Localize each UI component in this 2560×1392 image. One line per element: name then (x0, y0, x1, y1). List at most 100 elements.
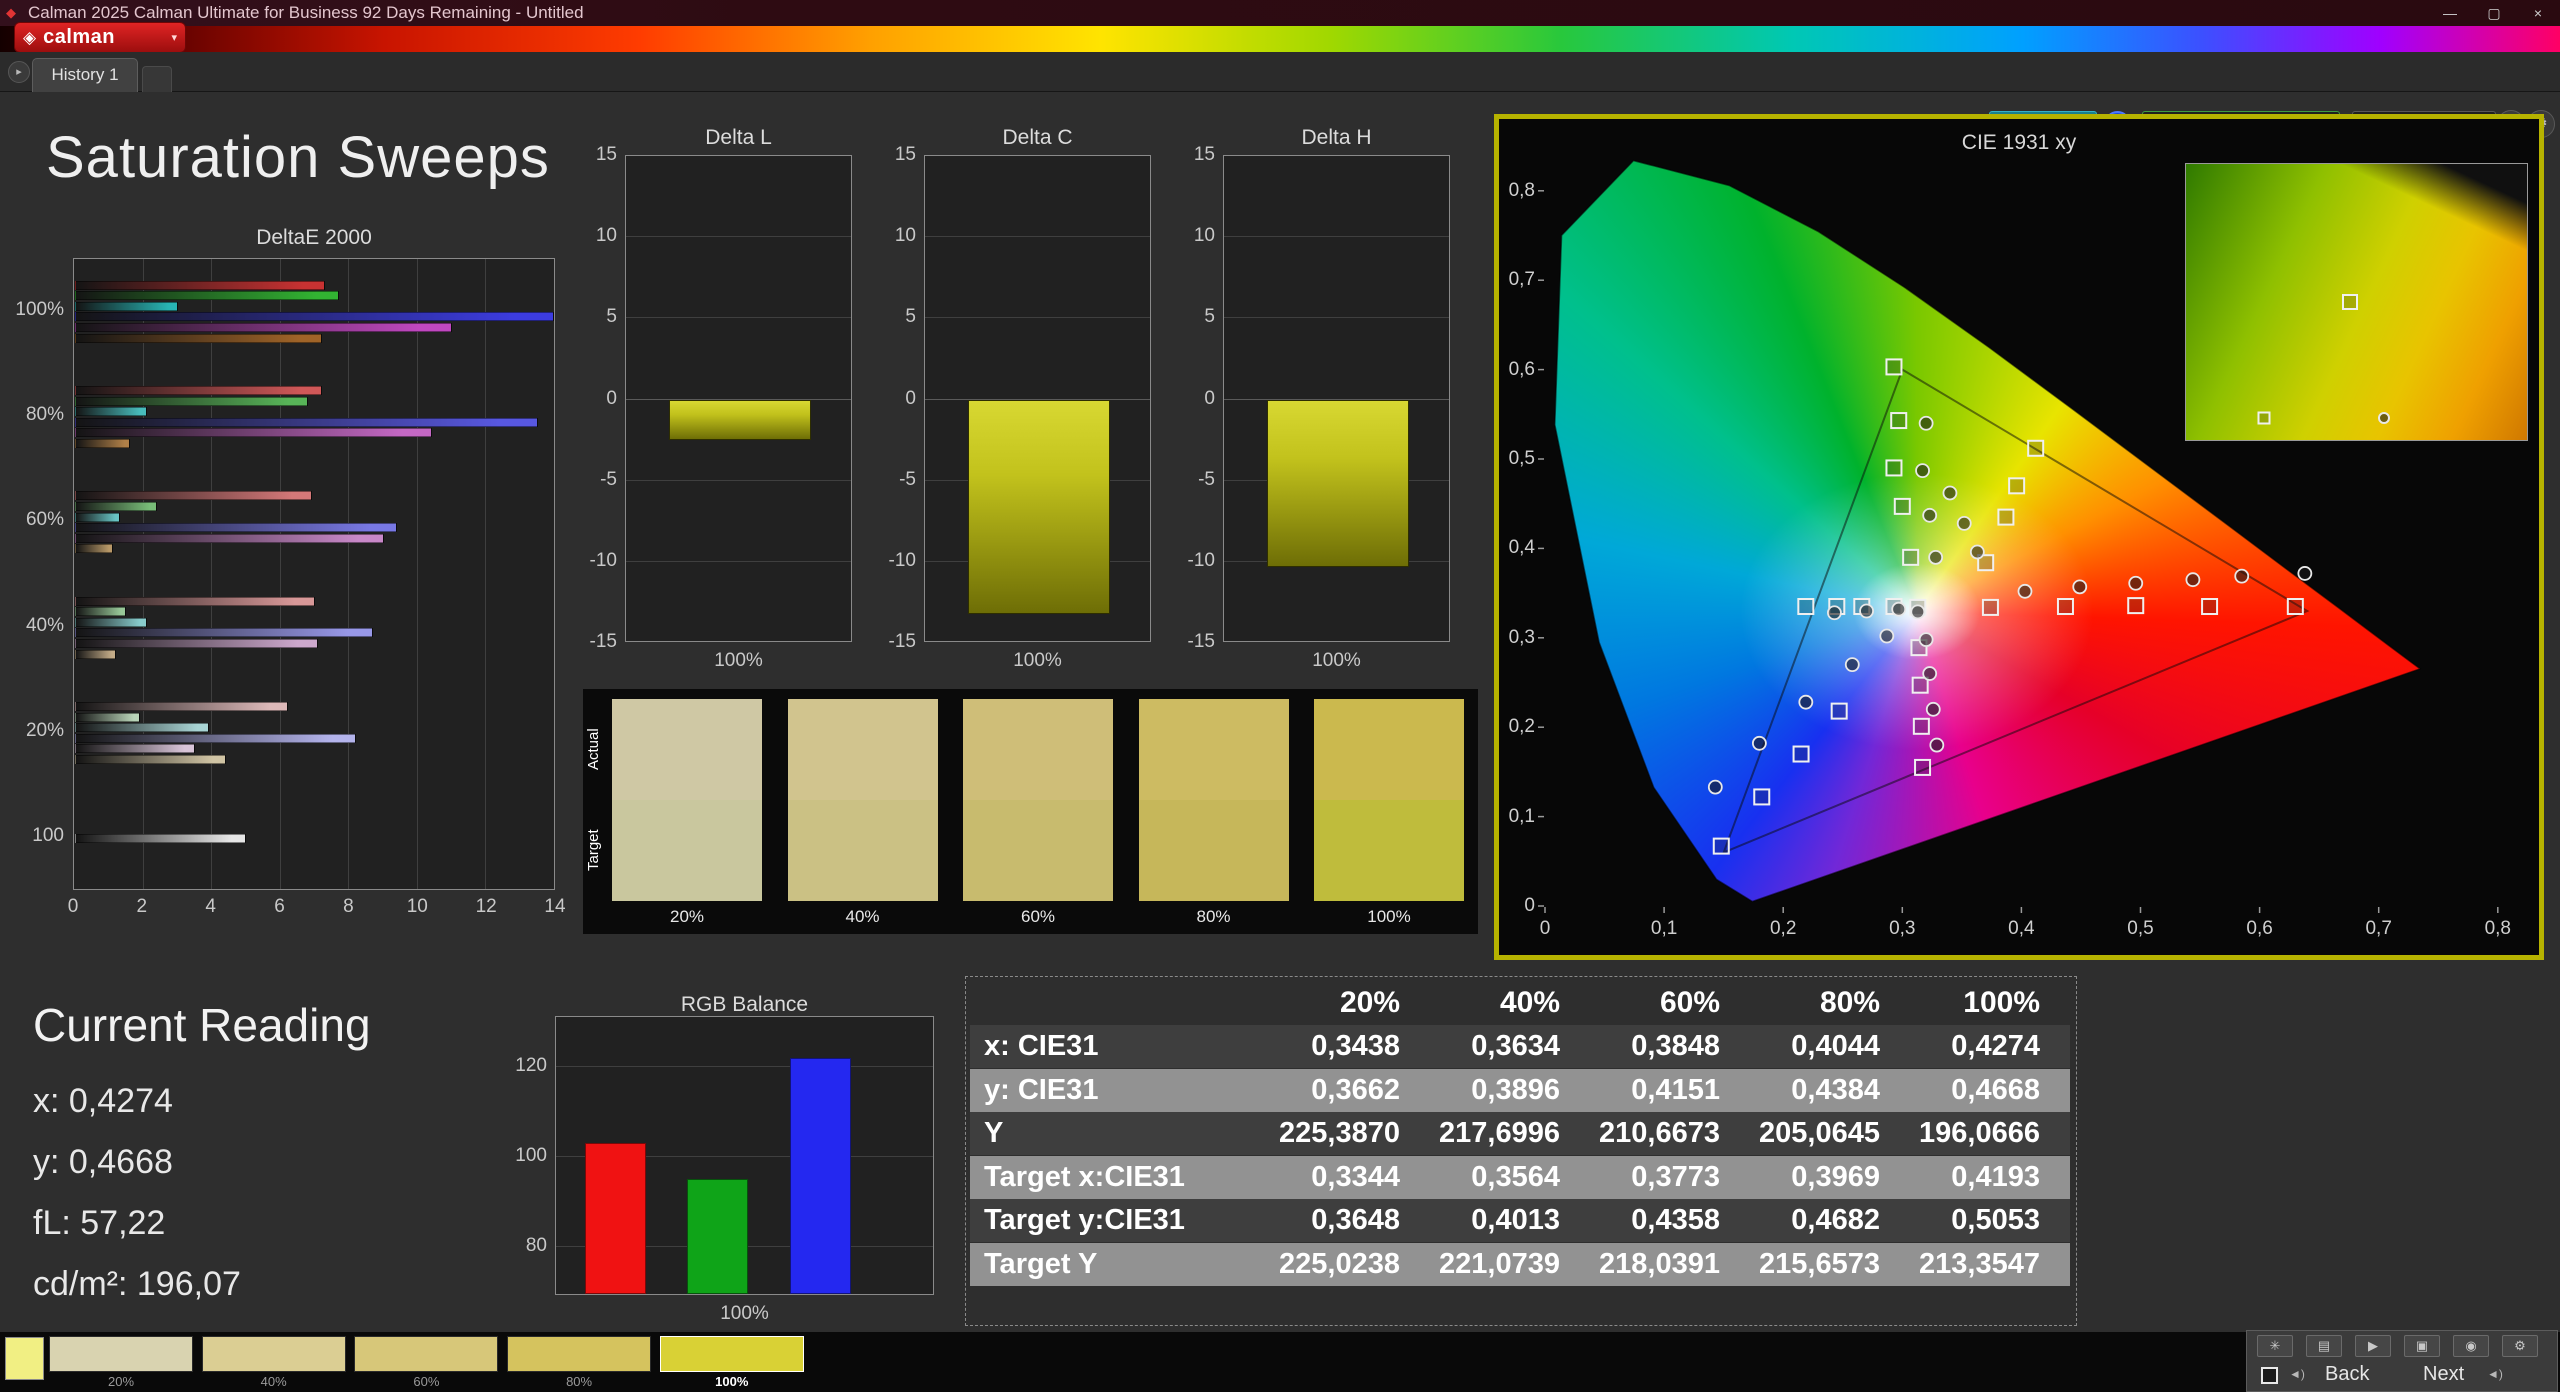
swatch-target-60%[interactable] (963, 800, 1113, 901)
deltaL-y-tick: -15 (589, 631, 617, 652)
cie-x-tick: 0,8 (2484, 918, 2511, 939)
cluster-icon-button[interactable]: ✳ (2257, 1335, 2293, 1357)
swatch-compare-panel: Actual Target 20% 40% 60% 80% 100% (583, 689, 1478, 934)
table-cell: 0,3634 (1471, 1030, 1560, 1062)
deltaC-y-tick: 10 (894, 225, 916, 247)
rgb-gridline (556, 1065, 933, 1067)
cie-y-tick: 0,7 (1508, 269, 1535, 291)
deltaL-bar (668, 399, 811, 441)
app-icon: ◆ (6, 5, 16, 20)
cie-x-tick: 0,7 (2365, 918, 2392, 939)
reading-line: y: 0,4668 (33, 1143, 173, 1181)
table-cell: 0,3662 (1311, 1073, 1400, 1106)
rgb-bar-green (687, 1179, 748, 1294)
deltae-bar (75, 491, 312, 501)
pattern-swatch-20%[interactable] (49, 1336, 193, 1372)
deltaH-y-tick: -15 (1187, 631, 1215, 652)
deltae-bar (75, 639, 319, 649)
deltaL-y-tick: -10 (589, 549, 617, 571)
calman-logo-button[interactable]: ◈ calman ▾ (14, 22, 186, 53)
deltae-plot[interactable] (73, 258, 555, 890)
deltae-group-label: 80% (25, 404, 64, 425)
swatch-actual-20%[interactable] (612, 699, 762, 800)
cluster-icon-button[interactable]: ▣ (2404, 1335, 2440, 1357)
cie-y-tick: 0,8 (1508, 179, 1535, 201)
rgb-bar-red (585, 1143, 646, 1294)
deltae-bar (75, 291, 339, 301)
pattern-swatch-80%[interactable] (507, 1336, 652, 1372)
deltae-bar (75, 417, 538, 427)
table-cell: 218,0391 (1599, 1247, 1720, 1280)
deltaC-y-tick: 15 (894, 144, 916, 165)
tab-history-1[interactable]: History 1 (32, 58, 138, 92)
deltaL-title: Delta L (705, 126, 772, 149)
swatch-target-80%[interactable] (1138, 800, 1289, 901)
deltae-bar (75, 333, 322, 343)
deltaH-plot[interactable] (1223, 155, 1450, 642)
tab-stub[interactable] (142, 66, 172, 92)
deltaC-bar (967, 399, 1110, 614)
rgb-y-tick: 120 (515, 1054, 547, 1076)
table-row: x: CIE31 0,3438 0,3634 0,3848 0,4044 0,4274 (970, 1025, 2070, 1068)
deltaC-gridline (925, 317, 1150, 319)
cie-inset-zoom (2185, 163, 2528, 441)
deltaC-plot[interactable] (924, 155, 1151, 642)
table-header-cell: 40% (1499, 986, 1560, 1019)
deltae-bar (75, 755, 226, 764)
deltaL-y-tick: 10 (595, 225, 617, 247)
table-cell: 0,4013 (1471, 1204, 1560, 1236)
swatch-target-100%[interactable] (1314, 800, 1464, 901)
deltae-gridline (485, 259, 487, 889)
pattern-swatch-label: 100% (715, 1374, 749, 1389)
table-row: Target y:CIE31 0,3648 0,4013 0,4358 0,4682 0,… (970, 1199, 2070, 1242)
swatch-actual-60%[interactable] (963, 699, 1113, 800)
swatch-target-40%[interactable] (787, 800, 938, 901)
deltaL-gridline (626, 236, 851, 238)
collapse-panel-button[interactable]: ▸ (8, 61, 30, 83)
deltaC-title: Delta C (1002, 126, 1073, 149)
table-row: Target x:CIE31 0,3344 0,3564 0,3773 0,3969 0,… (970, 1155, 2070, 1199)
table-row: Target Y 225,0238 221,0739 218,0391 215,6573… (970, 1242, 2070, 1286)
table-cell: 0,3969 (1791, 1160, 1880, 1193)
swatch-actual-100%[interactable] (1314, 699, 1464, 800)
next-button[interactable]: Next (2423, 1363, 2464, 1386)
deltae-bar (75, 386, 322, 395)
deltaL-y-tick: 15 (595, 144, 617, 165)
maximize-button[interactable]: ▢ (2472, 0, 2516, 26)
brand-gradient-strip (0, 26, 2560, 52)
cie-measured-marker (2297, 566, 2313, 581)
pattern-toggle-checkbox[interactable] (2261, 1367, 2278, 1384)
back-button[interactable]: Back (2325, 1363, 2369, 1386)
cluster-icon-button[interactable]: ⚙ (2502, 1335, 2538, 1357)
swatch-actual-80%[interactable] (1138, 699, 1289, 800)
cluster-icon-button[interactable]: ▤ (2306, 1335, 2342, 1357)
minimize-button[interactable]: — (2428, 0, 2472, 26)
deltaL-gridline (626, 560, 851, 562)
cluster-icon-button[interactable]: ▶ (2355, 1335, 2391, 1357)
cie-y-tick: 0 (1524, 895, 1535, 916)
deltaL-y-tick: -5 (600, 468, 617, 490)
deltaL-plot[interactable] (625, 155, 852, 642)
toolbar: ▸ History 1 X-Rite i1Pro 3 Direct View ▾… (0, 52, 2560, 139)
pattern-swatch-40%[interactable] (201, 1336, 346, 1372)
swatch-target-20%[interactable] (612, 800, 762, 901)
table-header-cell: 100% (1963, 986, 2040, 1019)
close-button[interactable]: × (2516, 0, 2560, 26)
deltae-bar (75, 628, 374, 638)
rgb-plot[interactable] (555, 1016, 934, 1295)
swatch-actual-40%[interactable] (787, 699, 938, 800)
pattern-swatch-100%[interactable] (659, 1336, 804, 1372)
chevron-down-icon: ▾ (171, 32, 177, 44)
deltaC-y-tick: -10 (888, 549, 916, 571)
cie-y-tick: 0,6 (1508, 358, 1535, 380)
deltaH-y-tick: -5 (1198, 468, 1215, 490)
pattern-swatch-60%[interactable] (354, 1336, 499, 1372)
deltae-bar (75, 428, 432, 438)
table-cell: 225,0238 (1279, 1247, 1400, 1280)
deltae-group-label: 100% (15, 298, 64, 320)
cluster-icon-button[interactable]: ◉ (2453, 1335, 2489, 1357)
title-bar: ◆ Calman 2025 Calman Ultimate for Busine… (0, 0, 2560, 26)
deltae-bar (75, 723, 209, 733)
cie-chart-panel[interactable]: CIE 1931 xy 0 0 0,1 0,1 0,2 0,2 0,3 0,3 0,4 0,4 0,… (1494, 114, 2544, 960)
current-patch-swatch[interactable] (5, 1337, 44, 1380)
